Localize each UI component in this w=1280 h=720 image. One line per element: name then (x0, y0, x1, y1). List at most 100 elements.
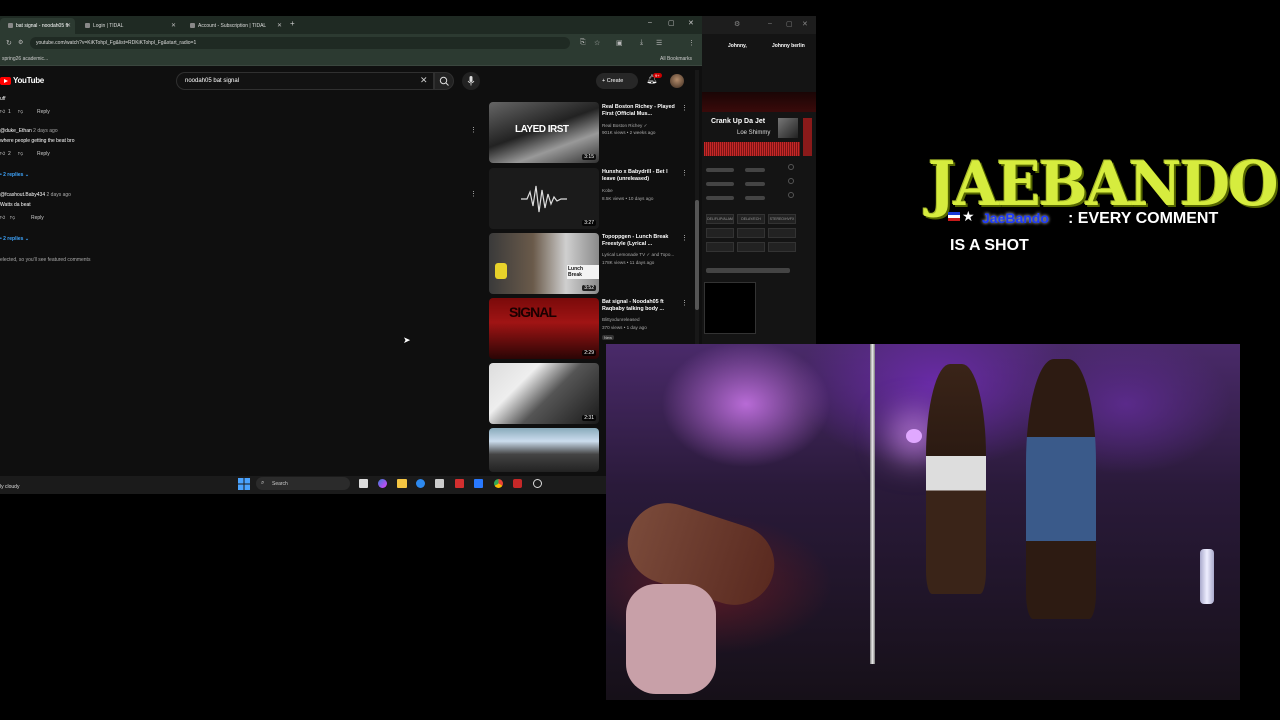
view-replies-button[interactable]: • 2 replies ⌄ (0, 236, 29, 242)
like-icon[interactable]: 👍︎ (0, 215, 5, 221)
eq-slider[interactable] (745, 196, 765, 200)
scrollbar-thumb[interactable] (695, 200, 699, 310)
close-tab-icon[interactable]: ✕ (277, 22, 282, 29)
comment-author[interactable]: @fcashout.Baby434 2 days ago (0, 192, 71, 198)
video-thumbnail[interactable]: Lunch Break 3:52 (489, 233, 599, 294)
close-tab-icon[interactable]: ✕ (171, 22, 176, 29)
tab-tidal-account[interactable]: Account - Subscription | TIDAL ✕ (182, 18, 286, 34)
fx-button[interactable]: DEL/FLIP/ALAM (706, 214, 734, 224)
video-thumbnail[interactable]: 2:31 (489, 363, 599, 424)
video-thumbnail[interactable]: 3:27 (489, 168, 599, 229)
dislike-icon[interactable]: 👎︎ (10, 215, 15, 221)
create-button[interactable]: + Create (596, 73, 638, 89)
close-tab-icon[interactable]: ✕ (66, 22, 71, 29)
video-menu-icon[interactable]: ⋮ (681, 104, 688, 112)
reload-icon[interactable]: ↻ (6, 39, 12, 47)
minimize-icon[interactable]: – (648, 19, 652, 26)
reply-button[interactable]: Reply (31, 215, 44, 221)
video-thumbnail[interactable]: LAYED IRST 3:15 (489, 102, 599, 163)
knob-icon[interactable] (788, 164, 794, 170)
minimize-icon[interactable]: – (768, 20, 772, 27)
video-channel[interactable]: Lyrical Lemonade TV ✓ and Topo... (602, 252, 692, 258)
app-blue-icon[interactable] (474, 479, 483, 488)
eq-slider[interactable] (745, 182, 765, 186)
close-window-icon[interactable]: ✕ (688, 19, 694, 27)
windows-start-icon[interactable] (238, 478, 250, 490)
download-icon[interactable]: ⤓ (640, 39, 643, 47)
video-menu-icon[interactable]: ⋮ (681, 169, 688, 177)
all-bookmarks-link[interactable]: All Bookmarks (660, 56, 692, 62)
view-replies-button[interactable]: • 2 replies ⌄ (0, 172, 29, 178)
video-thumbnail[interactable] (489, 428, 599, 472)
fx-button[interactable]: DELAY/ECH (737, 214, 765, 224)
eq-slider[interactable] (706, 182, 734, 186)
dislike-icon[interactable]: 👎︎ (18, 109, 23, 115)
video-menu-icon[interactable]: ⋮ (681, 299, 688, 307)
edge-icon[interactable] (416, 479, 425, 488)
bookmark-star-icon[interactable]: ☆ (594, 39, 600, 47)
bookmark-item[interactable]: spring26 academic... (2, 56, 48, 62)
close-icon[interactable]: ✕ (802, 20, 808, 28)
video-title[interactable]: Topoppgen - Lunch Break Freestyle (Lyric… (602, 234, 682, 248)
app-l-icon[interactable] (455, 479, 464, 488)
reply-button[interactable]: Reply (37, 151, 50, 157)
video-thumbnail[interactable]: SIGNAL 2:29 (489, 298, 599, 359)
search-input[interactable]: noodah05 bat signal (176, 72, 434, 90)
like-icon[interactable]: 👍︎ (0, 109, 5, 115)
dislike-icon[interactable]: 👎︎ (18, 151, 23, 157)
clear-search-icon[interactable]: ✕ (420, 75, 428, 86)
comment-author[interactable]: @duke_Ethan 2 days ago (0, 128, 58, 134)
video-title[interactable]: Real Boston Richey - Played First (Offic… (602, 104, 682, 118)
comment-menu-icon[interactable]: ⋮ (470, 190, 477, 198)
app-red-icon[interactable] (513, 479, 522, 488)
file-explorer-icon[interactable] (397, 479, 407, 488)
eq-slider[interactable] (706, 196, 734, 200)
chrome-icon[interactable] (494, 479, 503, 488)
crossfader[interactable] (706, 268, 790, 273)
eq-slider[interactable] (706, 168, 734, 172)
fx-button[interactable]: STEREO/HVFX (768, 214, 796, 224)
pad-button[interactable] (737, 228, 765, 238)
knob-icon[interactable] (788, 192, 794, 198)
like-icon[interactable]: 👍︎ (0, 151, 5, 157)
maximize-icon[interactable]: ▢ (786, 20, 793, 28)
video-menu-icon[interactable]: ⋮ (681, 234, 688, 242)
video-channel[interactable]: Kobe (602, 188, 692, 193)
url-input[interactable]: youtube.com/watch?v=KiKTohpl_Fg&list=RDK… (30, 37, 570, 49)
pad-button[interactable] (768, 242, 796, 252)
video-title[interactable]: Hunxho x Babydrill - Bet I leave (unrele… (602, 169, 682, 183)
video-title[interactable]: Bat signal - Noodah05 ft Raqbaby talking… (602, 299, 682, 313)
maximize-icon[interactable]: ▢ (668, 19, 675, 27)
voice-search-button[interactable] (462, 72, 480, 90)
video-channel[interactable]: Real Boston Richey ✓ (602, 123, 692, 129)
cast-icon[interactable]: ⎘ (580, 39, 586, 47)
eq-slider[interactable] (745, 168, 765, 172)
app-ring-icon[interactable] (533, 479, 542, 488)
extensions-icon[interactable]: ▣ (616, 39, 623, 47)
copilot-icon[interactable] (378, 479, 387, 488)
pad-button[interactable] (768, 228, 796, 238)
search-button[interactable] (434, 72, 454, 90)
youtube-logo[interactable]: YouTube (0, 76, 44, 85)
overview-waveform[interactable] (702, 92, 816, 112)
tab-youtube[interactable]: bat signal - noodah05 ft ✕ (0, 18, 75, 34)
reply-button[interactable]: Reply (37, 109, 50, 115)
settings-gear-icon[interactable]: ⚙ (734, 20, 740, 28)
more-icon[interactable]: ⋮ (688, 39, 695, 47)
store-icon[interactable] (435, 479, 444, 488)
knob-icon[interactable] (788, 178, 794, 184)
pad-button[interactable] (737, 242, 765, 252)
pad-button[interactable] (706, 228, 734, 238)
menu-icon[interactable]: ☰ (656, 39, 662, 47)
site-info-icon[interactable]: ⚙ (18, 39, 23, 46)
track-waveform[interactable] (704, 142, 800, 156)
weather-widget[interactable]: ly cloudy (0, 484, 19, 490)
video-channel[interactable]: Blittyxdunreleased (602, 317, 692, 322)
taskbar-search[interactable]: ⌕ Search (256, 477, 350, 490)
pad-button[interactable] (706, 242, 734, 252)
account-avatar[interactable] (670, 74, 684, 88)
comment-menu-icon[interactable]: ⋮ (470, 126, 477, 134)
tab-tidal-login[interactable]: Login | TIDAL ✕ (77, 18, 180, 34)
new-tab-icon[interactable]: + (290, 19, 295, 28)
task-view-icon[interactable] (359, 479, 368, 488)
